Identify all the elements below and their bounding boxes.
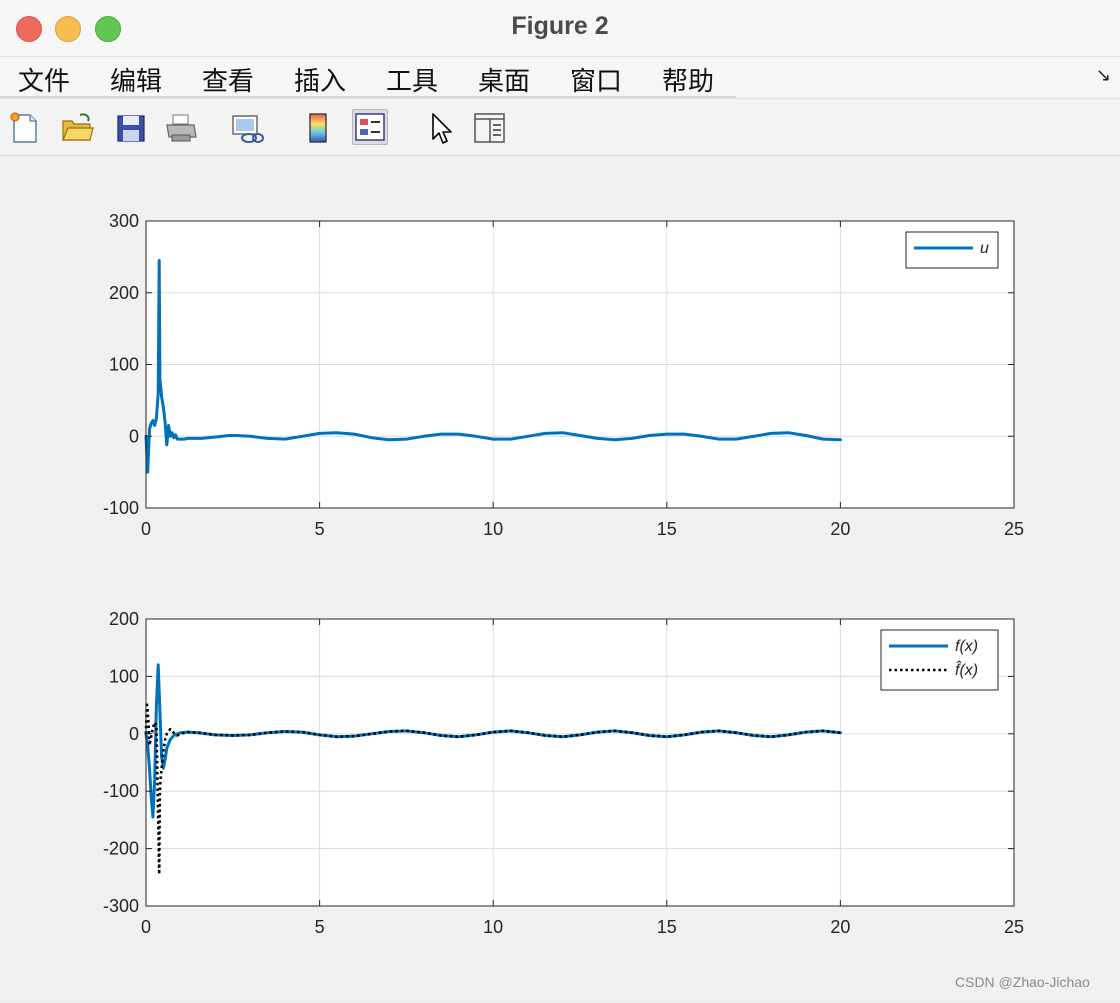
y-tick-label: 0: [129, 724, 139, 744]
menu-insert[interactable]: 插入: [294, 61, 346, 98]
y-tick-label: 100: [109, 355, 139, 375]
colorbar-icon[interactable]: [302, 111, 336, 145]
plots-svg: 0 5 10 15 20 25-1000100200300u0 5 10 15 20 25-300-…: [103, 211, 1024, 937]
y-tick-label: 100: [109, 666, 139, 686]
save-icon[interactable]: [114, 111, 148, 145]
x-tick-label: 25: [1004, 917, 1024, 937]
x-tick-label: 15: [657, 519, 677, 539]
legend-label-1: f(x): [955, 638, 978, 655]
watermark: CSDN @Zhao-Jichao: [955, 974, 1090, 990]
legend-box: [880, 629, 999, 691]
y-tick-label: 300: [109, 211, 139, 231]
menu-view[interactable]: 查看: [202, 61, 254, 98]
x-tick-label: 15: [657, 917, 677, 937]
x-tick-label: 5: [315, 917, 325, 937]
x-tick-label: 25: [1004, 519, 1024, 539]
link-plot-icon[interactable]: [230, 111, 264, 145]
figure-canvas: 0 5 10 15 20 25 -100 0 100 200 300 u 0 5 10 15 20 25 -300-…: [0, 156, 1120, 998]
y-tick-label: -100: [103, 781, 139, 801]
menu-bar: 文件 编辑 查看 插入 工具 桌面 窗口 帮助 ↘: [0, 57, 1120, 98]
title-bar: Figure 2: [0, 0, 1120, 57]
axes-2: 0 5 10 15 20 25 -300 -200 -100 0 100 200 f(x) f̂(x): [103, 609, 1024, 937]
window-title: Figure 2: [511, 12, 609, 40]
legend[interactable]: f(x) f̂(x): [880, 629, 999, 691]
y-tick-label: 200: [109, 283, 139, 303]
legend[interactable]: u: [905, 231, 999, 269]
legend-label-2: f̂(x): [955, 659, 978, 679]
menu-tools[interactable]: 工具: [386, 61, 438, 98]
x-tick-label: 10: [483, 917, 503, 937]
figure-window: Figure 2 文件 编辑 查看 插入 工具 桌面 窗口 帮助 ↘ 0 5 1…: [0, 0, 1120, 998]
menu-window[interactable]: 窗口: [570, 61, 622, 98]
figure-toolbar: [0, 98, 1120, 156]
legend-icon[interactable]: [352, 109, 388, 145]
x-tick-label: 5: [315, 519, 325, 539]
legend-label-1: u: [980, 240, 989, 257]
new-figure-icon[interactable]: [8, 111, 42, 145]
pointer-icon[interactable]: [424, 111, 458, 145]
y-tick-label: -300: [103, 896, 139, 916]
menu-edit[interactable]: 编辑: [110, 61, 162, 98]
menu-file[interactable]: 文件: [18, 61, 70, 98]
x-tick-label: 20: [830, 917, 850, 937]
y-tick-label: -200: [103, 839, 139, 859]
x-tick-label: 0: [141, 917, 151, 937]
y-tick-label: 200: [109, 609, 139, 629]
menu-help[interactable]: 帮助: [662, 61, 714, 98]
x-tick-label: 0: [141, 519, 151, 539]
y-tick-label: 0: [129, 426, 139, 446]
dock-arrow-icon[interactable]: ↘: [1096, 65, 1111, 86]
x-tick-label: 20: [830, 519, 850, 539]
x-tick-label: 10: [483, 519, 503, 539]
open-file-icon[interactable]: [60, 111, 94, 145]
property-editor-icon[interactable]: [472, 111, 506, 145]
print-icon[interactable]: [164, 111, 198, 145]
menu-desktop[interactable]: 桌面: [478, 61, 530, 98]
axes-1: 0 5 10 15 20 25-1000100200300u: [103, 211, 1024, 539]
y-tick-label: -100: [103, 498, 139, 518]
